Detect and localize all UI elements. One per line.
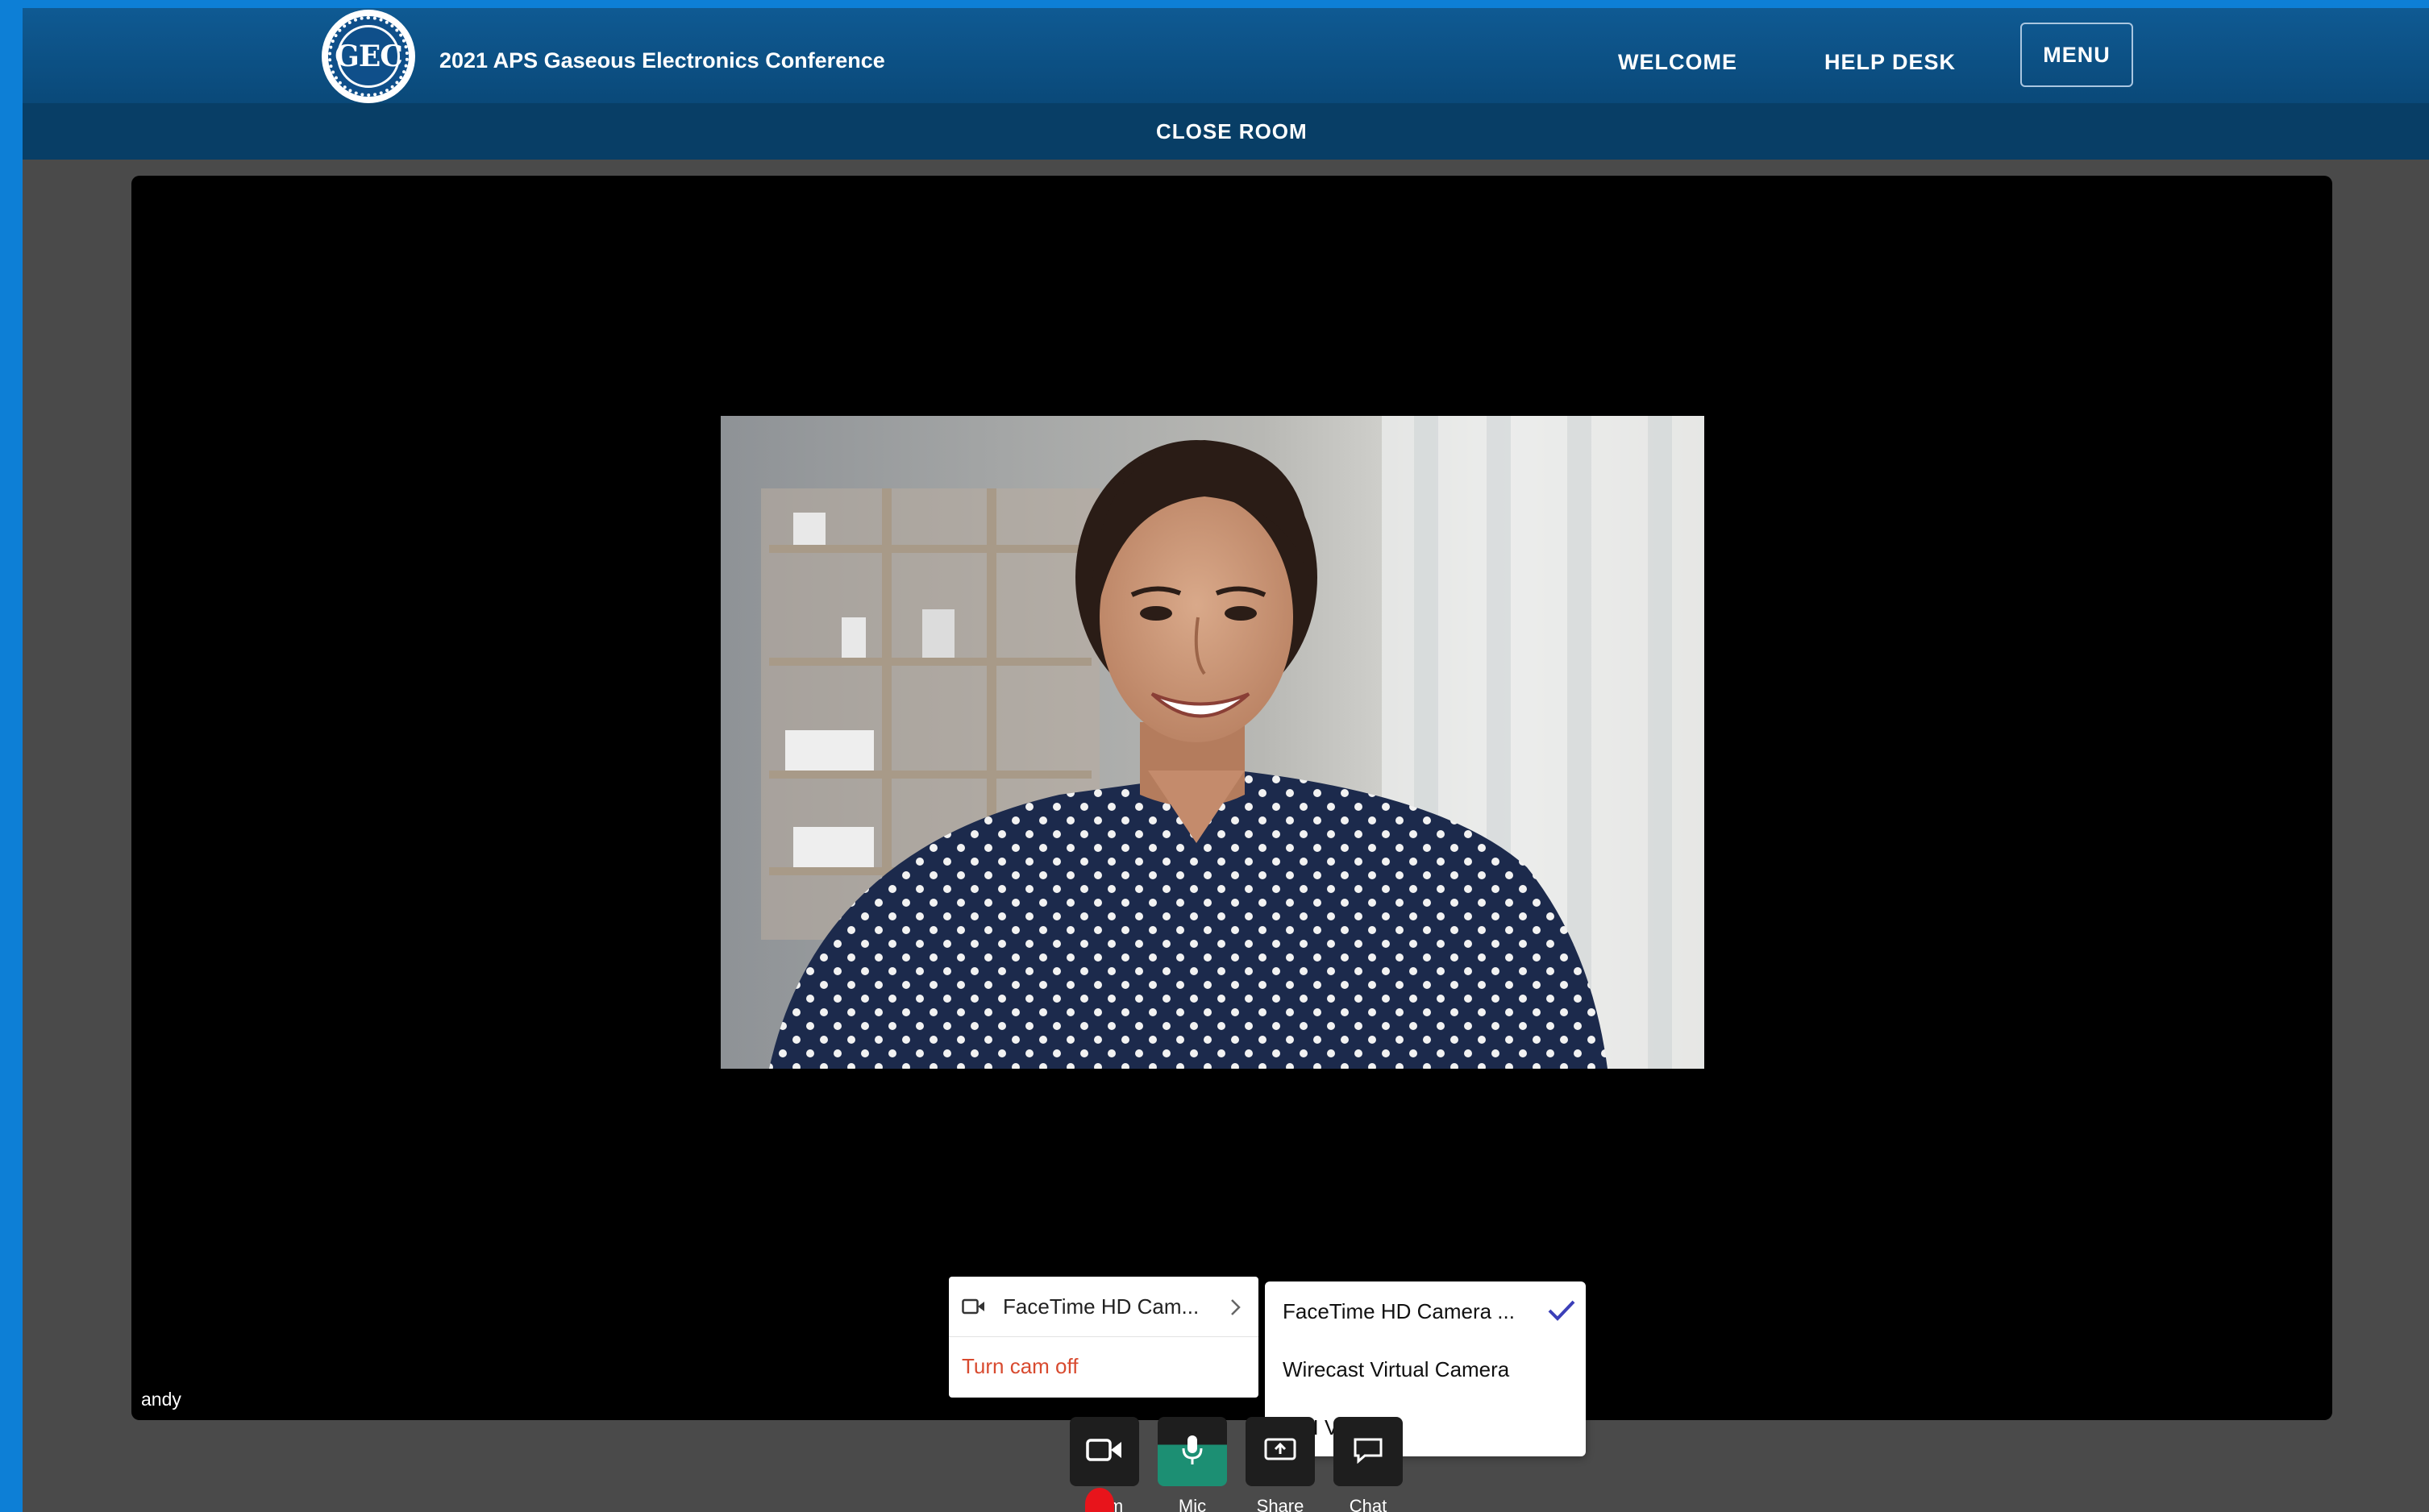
menu-button[interactable]: MENU <box>2020 23 2133 87</box>
close-room-button[interactable]: CLOSE ROOM <box>1156 119 1308 144</box>
chat-button-label: Chat <box>1349 1496 1387 1512</box>
site-header: GEC 2021 APS Gaseous Electronics Confere… <box>23 8 2429 103</box>
turn-cam-off-button[interactable]: Turn cam off <box>962 1354 1079 1379</box>
participant-video-image <box>721 416 1704 1069</box>
chevron-right-icon <box>1229 1298 1242 1321</box>
share-button-label: Share <box>1256 1496 1304 1512</box>
video-camera-icon <box>1086 1437 1123 1467</box>
logo-text: GEC <box>335 25 403 88</box>
video-camera-icon <box>962 1298 986 1319</box>
camera-device-selector[interactable]: FaceTime HD Cam... <box>949 1277 1258 1337</box>
share-screen-icon <box>1264 1437 1296 1467</box>
pointer-indicator <box>1085 1488 1114 1512</box>
video-stage: andy <box>131 176 2332 1420</box>
cam-button[interactable] <box>1070 1417 1139 1486</box>
mic-button-label: Mic <box>1178 1496 1207 1512</box>
chat-button[interactable] <box>1333 1417 1403 1486</box>
chat-bubble-icon <box>1352 1436 1384 1468</box>
mic-button[interactable] <box>1158 1417 1227 1486</box>
device-option-wirecast[interactable]: Wirecast Virtual Camera <box>1283 1357 1509 1382</box>
logo-ring: GEC <box>328 16 409 97</box>
camera-menu: FaceTime HD Cam... Turn cam off <box>949 1277 1258 1398</box>
app-window: GEC 2021 APS Gaseous Electronics Confere… <box>23 8 2429 1512</box>
participant-name-label: andy <box>141 1389 181 1410</box>
share-button[interactable] <box>1246 1417 1315 1486</box>
nav-welcome-link[interactable]: WELCOME <box>1618 50 1737 75</box>
room-bar: CLOSE ROOM <box>23 103 2429 160</box>
device-option-facetime[interactable]: FaceTime HD Camera ... <box>1283 1299 1515 1324</box>
camera-device-label: FaceTime HD Cam... <box>1003 1294 1200 1319</box>
microphone-icon <box>1180 1434 1204 1470</box>
gec-logo[interactable]: GEC <box>322 10 415 103</box>
nav-help-desk-link[interactable]: HELP DESK <box>1824 50 1956 75</box>
participant-video <box>721 416 1704 1069</box>
checkmark-icon <box>1547 1299 1576 1326</box>
site-title[interactable]: 2021 APS Gaseous Electronics Conference <box>439 48 885 73</box>
